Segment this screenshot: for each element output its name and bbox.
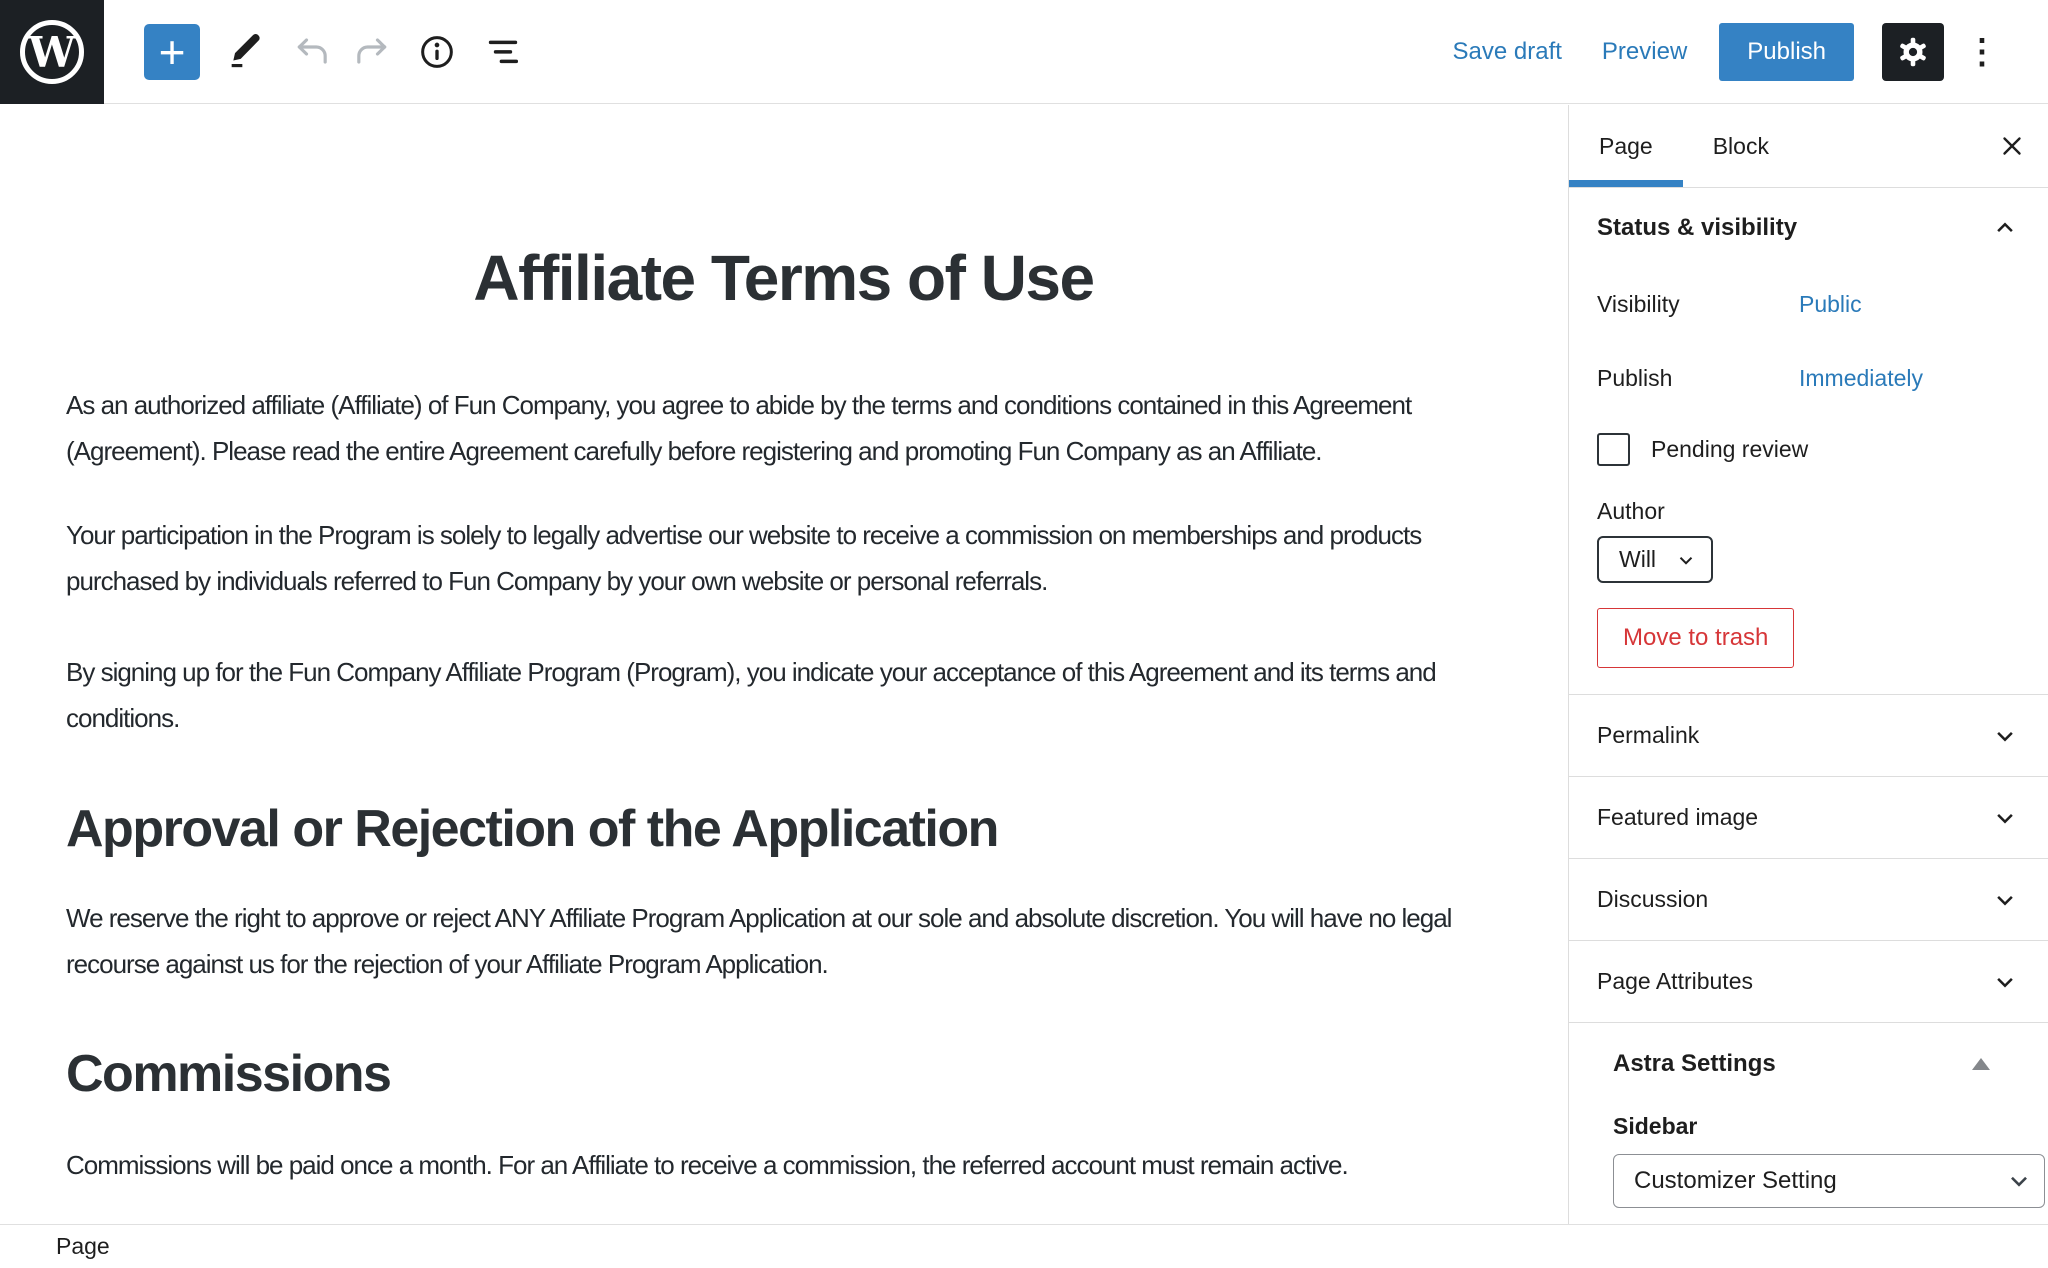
breadcrumb: Page <box>56 1233 110 1260</box>
save-draft-button[interactable]: Save draft <box>1453 38 1562 66</box>
heading-block[interactable]: Approval or Rejection of the Application <box>66 799 1501 859</box>
pencil-icon <box>225 32 265 72</box>
pending-review-row: Pending review <box>1597 433 2020 466</box>
visibility-value-button[interactable]: Public <box>1799 291 1862 318</box>
info-icon <box>417 32 457 72</box>
chevron-down-icon <box>1990 803 2020 833</box>
panel-title: Status & visibility <box>1597 214 1797 242</box>
publish-button[interactable]: Publish <box>1719 23 1854 81</box>
chevron-down-icon <box>1990 967 2020 997</box>
sidebar-tabbar: Page Block <box>1569 105 2048 188</box>
paragraph-block[interactable]: Commissions will be paid once a month. F… <box>66 1142 1501 1188</box>
wordpress-logo-button[interactable]: W <box>0 0 104 104</box>
visibility-row: Visibility Public <box>1597 291 2020 318</box>
author-select-value: Will <box>1619 546 1656 573</box>
more-options-button[interactable]: ⋮ <box>1962 23 2002 81</box>
chevron-down-icon <box>1990 721 2020 751</box>
details-button[interactable] <box>414 24 460 80</box>
ellipsis-vertical-icon: ⋮ <box>1965 33 1999 71</box>
editor-canvas: Affiliate Terms of Use As an authorized … <box>0 105 1567 1224</box>
page-attributes-panel-toggle[interactable]: Page Attributes <box>1569 940 2048 1022</box>
astra-sidebar-label: Sidebar <box>1613 1113 2045 1140</box>
panel-title: Featured image <box>1597 804 1758 831</box>
astra-sidebar-select-value: Customizer Setting <box>1634 1167 1837 1195</box>
tab-block[interactable]: Block <box>1683 105 1799 187</box>
paragraph-block[interactable]: By signing up for the Fun Company Affili… <box>66 649 1501 741</box>
list-view-icon <box>483 32 523 72</box>
breadcrumb-bar: Page <box>0 1224 2048 1268</box>
triangle-up-icon <box>1972 1058 1990 1070</box>
settings-button[interactable] <box>1882 23 1944 81</box>
discussion-panel-toggle[interactable]: Discussion <box>1569 858 2048 940</box>
author-select[interactable]: Will <box>1597 536 1713 583</box>
panel-title: Page Attributes <box>1597 968 1753 995</box>
preview-button[interactable]: Preview <box>1602 38 1687 66</box>
redo-button[interactable] <box>350 24 396 80</box>
chevron-down-icon <box>1990 885 2020 915</box>
post-body: Affiliate Terms of Use As an authorized … <box>0 240 1567 1188</box>
undo-button[interactable] <box>288 24 334 80</box>
publish-value-button[interactable]: Immediately <box>1799 365 1923 392</box>
featured-image-panel-toggle[interactable]: Featured image <box>1569 776 2048 858</box>
tabbar-spacer <box>1799 105 1976 187</box>
header-toolbar-right: Save draft Preview Publish <box>1453 23 2002 81</box>
panel-title: Permalink <box>1597 722 1699 749</box>
paragraph-block[interactable]: Your participation in the Program is sol… <box>66 512 1501 604</box>
paragraph-block[interactable]: We reserve the right to approve or rejec… <box>66 895 1501 987</box>
move-to-trash-button[interactable]: Move to trash <box>1597 608 1794 668</box>
close-sidebar-button[interactable] <box>1976 105 2048 187</box>
header-toolbar-left: + <box>104 24 526 80</box>
chevron-down-icon <box>2006 1168 2032 1194</box>
gear-icon <box>1894 33 1932 71</box>
wordpress-logo-icon: W <box>20 20 84 84</box>
publish-label: Publish <box>1597 365 1799 392</box>
astra-settings-panel-toggle[interactable]: Astra Settings <box>1613 1023 2045 1105</box>
plus-icon: + <box>159 27 186 77</box>
chevron-up-icon <box>1990 213 2020 243</box>
publish-row: Publish Immediately <box>1597 365 2020 392</box>
pending-review-checkbox[interactable] <box>1597 433 1630 466</box>
visibility-label: Visibility <box>1597 291 1799 318</box>
list-view-button[interactable] <box>480 24 526 80</box>
edit-tool-button[interactable] <box>222 24 268 80</box>
add-block-button[interactable]: + <box>144 24 200 80</box>
chevron-down-icon <box>1675 549 1697 571</box>
pending-review-label: Pending review <box>1651 436 1808 463</box>
status-visibility-panel-body: Visibility Public Publish Immediately Pe… <box>1569 291 2048 694</box>
wordpress-block-editor: W + <box>0 0 2048 1268</box>
status-visibility-panel-toggle[interactable]: Status & visibility <box>1569 188 2048 268</box>
astra-settings-panel: Astra Settings Sidebar Customizer Settin… <box>1569 1022 2048 1208</box>
panel-title: Discussion <box>1597 886 1708 913</box>
settings-sidebar: Page Block Status & visibility Vis <box>1568 105 2048 1224</box>
editor-header: W + <box>0 0 2048 104</box>
permalink-panel-toggle[interactable]: Permalink <box>1569 694 2048 776</box>
paragraph-block[interactable]: As an authorized affiliate (Affiliate) o… <box>66 382 1501 474</box>
redo-icon <box>353 32 393 72</box>
panel-title: Astra Settings <box>1613 1050 1776 1078</box>
undo-icon <box>291 32 331 72</box>
post-title[interactable]: Affiliate Terms of Use <box>66 240 1501 317</box>
tab-page[interactable]: Page <box>1569 105 1683 187</box>
astra-sidebar-select[interactable]: Customizer Setting <box>1613 1154 2045 1208</box>
author-label: Author <box>1597 498 2020 525</box>
heading-block[interactable]: Commissions <box>66 1044 1501 1104</box>
close-icon <box>1997 131 2027 161</box>
